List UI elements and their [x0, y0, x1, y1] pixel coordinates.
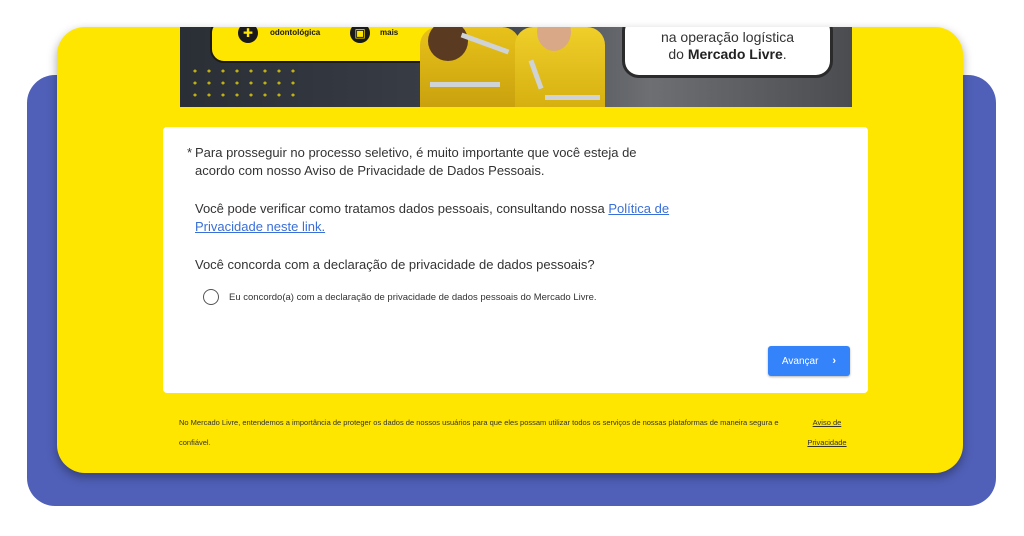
consent-radio-label[interactable]: Eu concordo(a) com a declaração de priva… — [229, 292, 597, 303]
consent-radio[interactable] — [203, 289, 219, 305]
privacy-notice-link[interactable]: Aviso de Privacidade — [797, 413, 857, 453]
privacy-form-card: * Para prosseguir no processo seletivo, … — [163, 127, 868, 393]
brand-name: Mercado Livre — [687, 46, 783, 62]
privacy-intro-text: Para prosseguir no processo seletivo, é … — [195, 145, 637, 178]
benefit-more-text: e muito mais — [380, 27, 408, 37]
speech-line-1: na operação logística — [660, 29, 795, 45]
banner-speech-bubble: na operação logística do Mercado Livre. — [625, 27, 830, 75]
next-button-label: Avançar — [781, 355, 819, 367]
recruitment-banner: ✚ médica e odontológica ▣ e muito mais n… — [180, 27, 852, 107]
footer-disclaimer: No Mercado Livre, entendemos a importânc… — [179, 418, 779, 447]
consent-question: Você concorda com a declaração de privac… — [195, 257, 595, 272]
policy-text: Você pode verificar como tratamos dados … — [195, 201, 609, 216]
required-asterisk: * — [187, 145, 193, 160]
policy-paragraph: Você pode verificar como tratamos dados … — [195, 200, 695, 236]
consent-option[interactable]: Eu concordo(a) com a declaração de priva… — [203, 289, 597, 305]
benefits-card: ✚ médica e odontológica ▣ e muito mais — [210, 27, 449, 63]
worker-image-2 — [515, 27, 605, 107]
benefit-medical-text: médica e odontológica — [270, 27, 321, 37]
privacy-intro: * Para prosseguir no processo seletivo, … — [187, 144, 665, 180]
chevron-right-icon: › — [832, 355, 837, 367]
worker-image-1 — [420, 27, 520, 107]
bus-icon: ▣ — [350, 27, 370, 43]
speech-line-2: do Mercado Livre. — [668, 46, 787, 62]
banner-dots-pattern — [188, 65, 298, 105]
page-container: ✚ médica e odontológica ▣ e muito mais n… — [57, 27, 963, 473]
medical-icon: ✚ — [238, 27, 258, 43]
next-button[interactable]: Avançar › — [768, 346, 850, 376]
